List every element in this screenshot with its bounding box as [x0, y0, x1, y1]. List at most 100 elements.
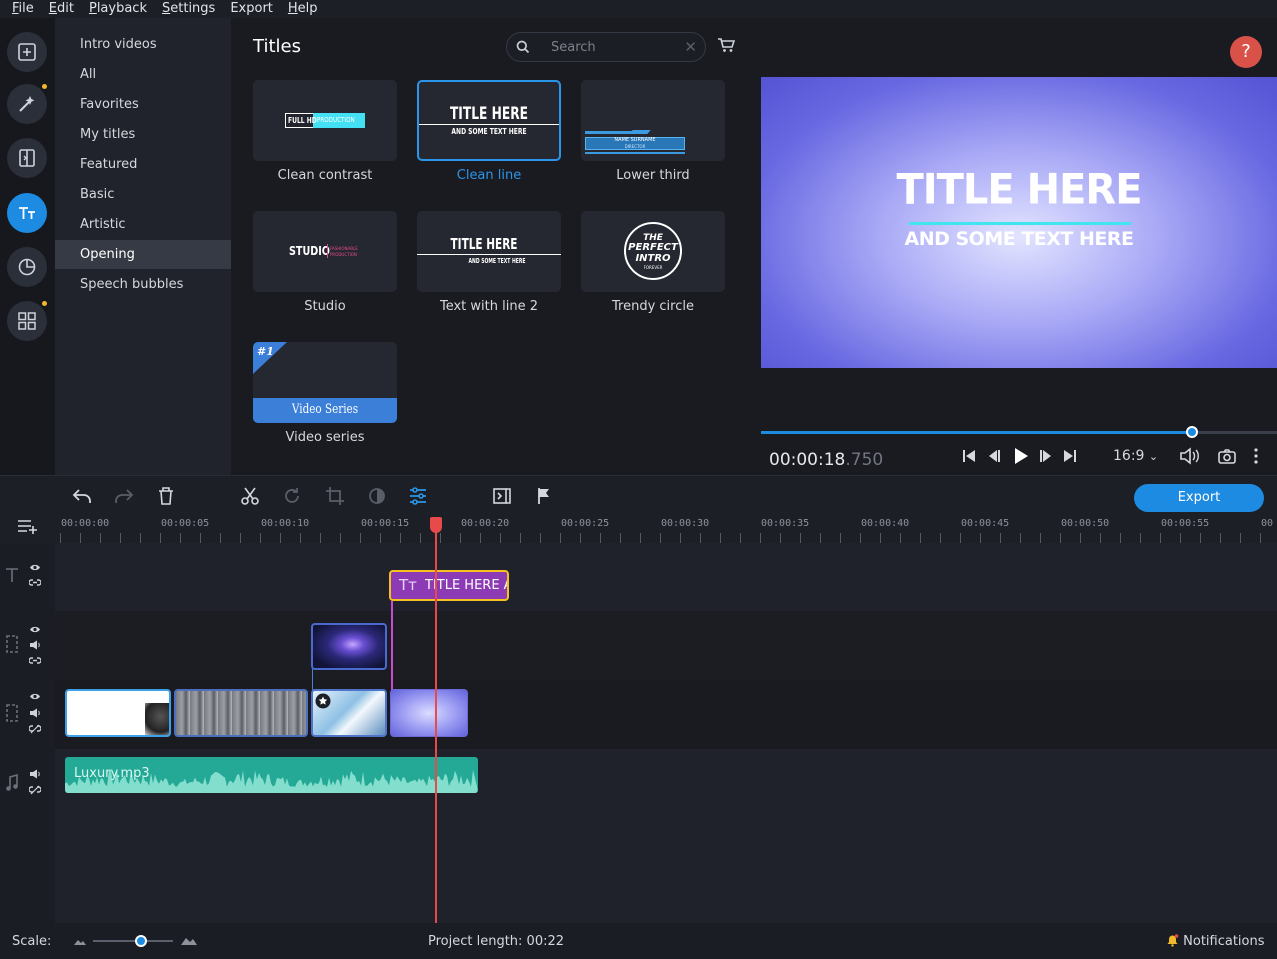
thumb-trendy-circle[interactable]: THE PERFECT INTRO FOREVER [581, 211, 725, 292]
category-all[interactable]: All [55, 60, 231, 89]
menu-help-rest: elp [297, 1, 318, 16]
undo-icon[interactable] [71, 486, 93, 506]
more-tools-button[interactable] [7, 301, 47, 341]
previous-frame-icon[interactable] [986, 446, 1002, 466]
thumb-clean-contrast[interactable]: FULL HD PRODUCTION [253, 80, 397, 161]
preview-scrub-handle[interactable] [1186, 426, 1199, 438]
menu-help[interactable]: Help [288, 0, 318, 18]
filters-button[interactable] [7, 84, 47, 124]
thumb-video-series[interactable]: #1 Video Series [253, 342, 397, 423]
color-adjust-icon[interactable] [367, 486, 387, 506]
category-basic[interactable]: Basic [55, 180, 231, 209]
category-featured[interactable]: Featured [55, 150, 231, 179]
thumb-label-video-series: Video series [285, 430, 365, 445]
menu-playback[interactable]: Playback [89, 0, 147, 18]
category-speech-bubbles[interactable]: Speech bubbles [55, 270, 231, 299]
menu-bar: File Edit Playback Settings Export Help [0, 0, 1277, 18]
title-track-header [0, 543, 55, 611]
menu-export[interactable]: Export [230, 0, 273, 18]
video-clip-4-title-bg[interactable] [390, 689, 468, 737]
help-button[interactable]: ? [1230, 36, 1262, 68]
transitions-button[interactable] [7, 138, 47, 178]
export-button[interactable]: Export [1134, 484, 1264, 512]
overlay-track-lane[interactable] [55, 611, 1277, 679]
track-mute-speaker-icon[interactable] [29, 708, 41, 718]
menu-settings[interactable]: Settings [162, 0, 215, 18]
play-icon[interactable] [1012, 446, 1030, 466]
menu-edit[interactable]: Edit [49, 0, 74, 18]
ruler-label: 00:00:20 [461, 518, 510, 529]
video-track-icon [6, 635, 18, 653]
overlay-space-clip[interactable] [311, 623, 387, 670]
titles-icon: Tт [399, 576, 417, 594]
track-visibility-eye-icon[interactable] [29, 692, 41, 701]
rotate-icon[interactable] [282, 486, 302, 506]
thumb-studio[interactable]: STUDIO FASHIONABLE PRODUCTION [253, 211, 397, 292]
track-link-icon[interactable] [29, 656, 41, 665]
scale-slider-track[interactable] [93, 940, 173, 942]
titles-button[interactable] [7, 193, 47, 233]
video-clip-2[interactable] [174, 689, 308, 737]
track-mute-speaker-icon[interactable] [29, 640, 41, 650]
search-box[interactable]: ✕ [506, 32, 706, 62]
timeline-ruler[interactable]: 00:00:00 00:00:05 00:00:10 00:00:15 00:0… [0, 517, 1277, 543]
track-visibility-eye-icon[interactable] [29, 625, 41, 634]
insert-clip-icon[interactable] [492, 486, 512, 506]
add-track-icon[interactable] [17, 517, 39, 535]
more-options-icon[interactable] [1253, 446, 1259, 466]
notifications-button[interactable]: Notifications [1166, 934, 1265, 949]
crop-icon[interactable] [325, 486, 345, 506]
title-track-lane[interactable] [55, 543, 1277, 611]
stickers-button[interactable] [7, 247, 47, 287]
delete-trash-icon[interactable] [157, 486, 175, 506]
audio-clip[interactable]: Luxury.mp3 [65, 757, 478, 793]
video-clip-1[interactable] [65, 689, 171, 737]
thumb-lower-third[interactable]: NAME SURNAME DIRECTOR [581, 80, 725, 161]
menu-edit-key: E [48, 1, 57, 16]
timecode-ms: .750 [845, 450, 884, 470]
ruler-label: 00:00:00 [61, 518, 110, 529]
track-visibility-eye-icon[interactable] [29, 563, 41, 572]
filters-new-dot [42, 84, 47, 89]
search-input[interactable] [551, 38, 671, 57]
title-clip[interactable]: Tт TITLE HERE A [389, 570, 509, 601]
category-opening[interactable]: Opening [55, 240, 231, 269]
scale-slider-handle[interactable] [135, 935, 147, 947]
track-unlink-icon[interactable] [29, 785, 41, 795]
ruler-label: 00:00:15 [361, 518, 410, 529]
clip-properties-icon[interactable] [408, 486, 428, 506]
playhead-line [435, 517, 437, 923]
preview-video[interactable]: TITLE HERE AND SOME TEXT HERE [761, 77, 1277, 368]
category-intro-videos[interactable]: Intro videos [55, 30, 231, 59]
category-artistic[interactable]: Artistic [55, 210, 231, 239]
studio-main: STUDIO [289, 244, 330, 258]
category-favorites[interactable]: Favorites [55, 90, 231, 119]
cut-scissors-icon[interactable] [240, 486, 260, 506]
snapshot-camera-icon[interactable] [1218, 446, 1236, 466]
thumb-text-with-line-2[interactable]: TITLE HERE AND SOME TEXT HERE [417, 211, 561, 292]
menu-file[interactable]: File [12, 0, 34, 18]
category-my-titles[interactable]: My titles [55, 120, 231, 149]
import-button[interactable] [7, 32, 47, 72]
redo-icon[interactable] [113, 486, 135, 506]
skip-to-start-icon[interactable] [961, 446, 977, 466]
marker-flag-icon[interactable] [536, 486, 552, 506]
video-clip-3[interactable] [311, 689, 387, 737]
track-mute-speaker-icon[interactable] [29, 769, 41, 779]
preview-scrub-track[interactable] [761, 431, 1277, 434]
zoom-in-mountain-icon[interactable] [180, 934, 198, 946]
track-unlink-icon[interactable] [29, 724, 41, 734]
zoom-out-mountain-icon[interactable] [73, 936, 87, 946]
aspect-ratio-select[interactable]: 16:9 ⌄ [1113, 448, 1158, 464]
thumb-clean-line[interactable]: TITLE HERE AND SOME TEXT HERE [417, 80, 561, 161]
next-frame-icon[interactable] [1038, 446, 1054, 466]
track-link-icon[interactable] [29, 578, 41, 587]
ruler-label: 00:00:25 [561, 518, 610, 529]
volume-icon[interactable] [1179, 446, 1201, 466]
clear-search-icon[interactable]: ✕ [684, 38, 697, 56]
cart-icon[interactable] [717, 37, 735, 53]
skip-to-end-icon[interactable] [1062, 446, 1078, 466]
playhead-handle[interactable] [430, 517, 442, 533]
thumb-label-studio: Studio [304, 299, 346, 314]
notifications-label: Notifications [1183, 934, 1265, 949]
